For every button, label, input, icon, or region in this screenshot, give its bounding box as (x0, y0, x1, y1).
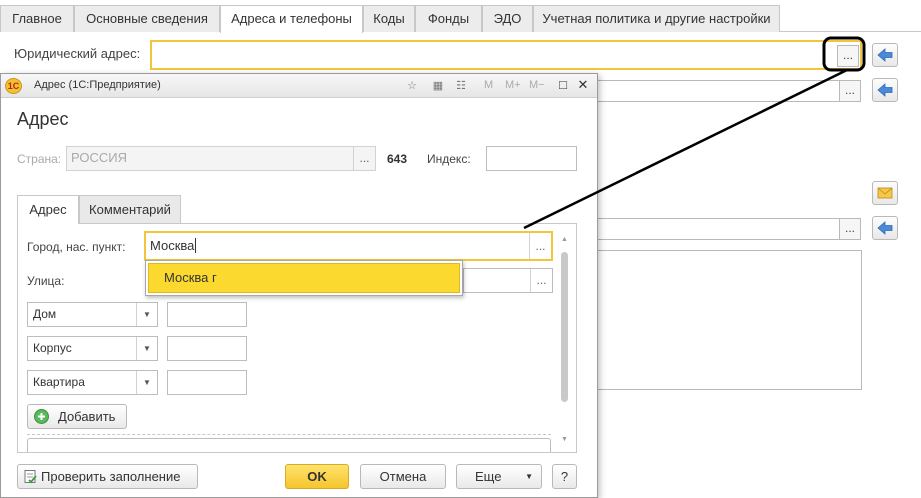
country-field[interactable]: РОССИЯ ... (66, 146, 376, 171)
cancel-button[interactable]: Отмена (360, 464, 446, 489)
country-value: РОССИЯ (71, 150, 128, 165)
tab-funds[interactable]: Фонды (415, 5, 482, 32)
ok-button[interactable]: OK (285, 464, 349, 489)
country-label: Страна: (17, 152, 62, 166)
close-icon[interactable]: ✕ (575, 77, 591, 93)
actual-address-field[interactable] (590, 80, 840, 102)
chevron-down-icon[interactable]: ▼ (136, 303, 157, 326)
dialog-heading: Адрес (17, 109, 69, 129)
building-type-label: Дом (33, 307, 57, 321)
legal-address-label: Юридический адрес: (14, 46, 141, 61)
memory-minus-button[interactable]: M− (529, 79, 545, 91)
address-panel: Город, нас. пункт: Москва ... Улица: ...… (17, 223, 577, 453)
phone-select-button[interactable]: ... (839, 218, 861, 240)
building-type-house[interactable]: Дом ▼ (27, 302, 158, 327)
address-textarea[interactable] (590, 250, 862, 390)
index-label: Индекс: (427, 152, 471, 166)
scroll-thumb[interactable] (561, 252, 568, 402)
index-field[interactable] (486, 146, 577, 171)
country-code: 643 (387, 152, 408, 166)
scroll-up-icon[interactable]: ▲ (561, 236, 568, 243)
more-label: Еще (475, 469, 502, 484)
legal-address-field[interactable] (150, 40, 862, 70)
maximize-icon[interactable]: □ (555, 77, 571, 93)
add-button-label: Добавить (58, 409, 116, 424)
building-type-apartment[interactable]: Квартира ▼ (27, 370, 158, 395)
chevron-down-icon[interactable]: ▼ (136, 337, 157, 360)
tab-address[interactable]: Адрес (17, 195, 79, 224)
legal-address-select-button[interactable]: ... (837, 45, 859, 67)
dialog-titlebar: 1C Адрес (1С:Предприятие) ☆ ▦ ☷ M M+ M− … (1, 74, 597, 98)
city-label: Город, нас. пункт: (27, 240, 126, 254)
panel-scrollbar[interactable]: ▲ ▼ (559, 236, 571, 448)
calendar-icon[interactable]: ☷ (454, 79, 468, 93)
tab-codes[interactable]: Коды (363, 5, 415, 32)
arrow-left-icon (877, 48, 893, 62)
favorite-icon[interactable]: ☆ (405, 79, 419, 93)
memory-button[interactable]: M (484, 79, 493, 91)
help-button[interactable]: ? (552, 464, 577, 489)
block-number-field[interactable] (167, 336, 247, 361)
building-type-block[interactable]: Корпус ▼ (27, 336, 158, 361)
add-button[interactable]: Добавить (27, 404, 127, 429)
tab-addresses-phones[interactable]: Адреса и телефоны (220, 5, 363, 33)
building-type-label: Квартира (33, 375, 85, 389)
suggestion-item[interactable]: Москва г (148, 263, 460, 293)
tab-comment[interactable]: Комментарий (79, 195, 181, 224)
checklist-icon (24, 470, 37, 484)
chevron-down-icon: ▼ (525, 472, 533, 481)
check-fill-label: Проверить заполнение (41, 469, 181, 484)
scroll-down-icon[interactable]: ▼ (561, 436, 568, 443)
calculator-icon[interactable]: ▦ (431, 79, 445, 93)
actual-address-select-button[interactable]: ... (839, 80, 861, 102)
more-button[interactable]: Еще ▼ (456, 464, 542, 489)
plus-circle-icon (34, 409, 49, 424)
building-type-label: Корпус (33, 341, 72, 355)
arrow-left-icon (877, 221, 893, 235)
envelope-icon (877, 187, 893, 199)
city-suggestion-list: Москва г (145, 260, 463, 296)
tab-accounting-policy[interactable]: Учетная политика и другие настройки (533, 5, 780, 32)
tab-basic-info[interactable]: Основные сведения (74, 5, 220, 32)
city-field[interactable]: Москва ... (144, 231, 553, 261)
arrow-left-icon (877, 83, 893, 97)
city-value: Москва (150, 238, 195, 253)
email-button[interactable] (872, 181, 898, 205)
phone-action-button[interactable] (872, 216, 898, 240)
street-label: Улица: (27, 274, 65, 288)
chevron-down-icon[interactable]: ▼ (136, 371, 157, 394)
extra-field[interactable] (27, 438, 551, 452)
street-select-button[interactable]: ... (530, 269, 552, 292)
street-field[interactable]: ... (463, 268, 553, 293)
form-tabs: Главное Основные сведения Адреса и телеф… (0, 5, 921, 33)
check-fill-button[interactable]: Проверить заполнение (17, 464, 198, 489)
app-logo-icon: 1C (5, 78, 22, 94)
tab-main[interactable]: Главное (0, 5, 74, 32)
phone-field[interactable] (590, 218, 840, 240)
country-select-button[interactable]: ... (353, 147, 375, 170)
tab-edo[interactable]: ЭДО (482, 5, 533, 32)
dashed-divider (27, 434, 551, 435)
legal-address-action-button[interactable] (872, 43, 898, 67)
memory-plus-button[interactable]: M+ (505, 79, 521, 91)
house-number-field[interactable] (167, 302, 247, 327)
apartment-number-field[interactable] (167, 370, 247, 395)
city-select-button[interactable]: ... (529, 233, 551, 259)
dialog-window-title: Адрес (1С:Предприятие) (34, 79, 161, 91)
actual-address-action-button[interactable] (872, 78, 898, 102)
